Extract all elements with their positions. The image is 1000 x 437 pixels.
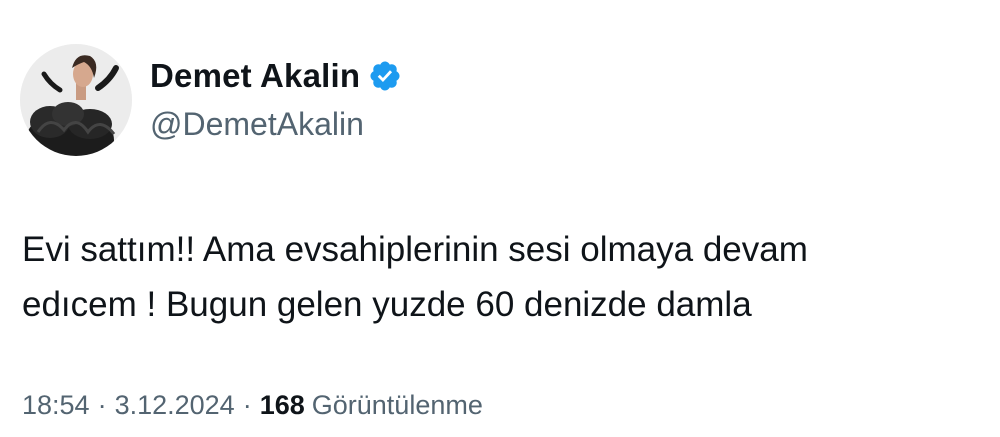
tweet-text-line: edıcem ! Bugun gelen yuzde 60 denizde da… bbox=[22, 285, 752, 324]
avatar[interactable] bbox=[20, 44, 132, 156]
views-count: 168 bbox=[259, 390, 305, 420]
meta-separator: · bbox=[242, 390, 252, 420]
name-row: Demet Akalin bbox=[150, 54, 402, 98]
verified-badge-icon bbox=[370, 61, 400, 91]
tweet-text: Evi sattım!! Ama evsahiplerinin sesi olm… bbox=[22, 222, 962, 332]
tweet-date[interactable]: 3.12.2024 bbox=[115, 390, 235, 421]
tweet-text-line: Evi sattım!! Ama evsahiplerinin sesi olm… bbox=[22, 230, 808, 269]
display-name[interactable]: Demet Akalin bbox=[150, 57, 360, 95]
views-label: Görüntülenme bbox=[311, 390, 483, 420]
user-handle[interactable]: @DemetAkalin bbox=[150, 106, 402, 143]
tweet-card: Demet Akalin @DemetAkalin Evi sattım!! A… bbox=[0, 0, 1000, 437]
tweet-meta: 18:54 · 3.12.2024 · 168 Görüntülenme bbox=[22, 390, 483, 421]
tweet-time[interactable]: 18:54 bbox=[22, 390, 90, 421]
author-block: Demet Akalin @DemetAkalin bbox=[150, 54, 402, 143]
avatar-image bbox=[20, 44, 132, 156]
meta-separator: · bbox=[97, 390, 107, 420]
